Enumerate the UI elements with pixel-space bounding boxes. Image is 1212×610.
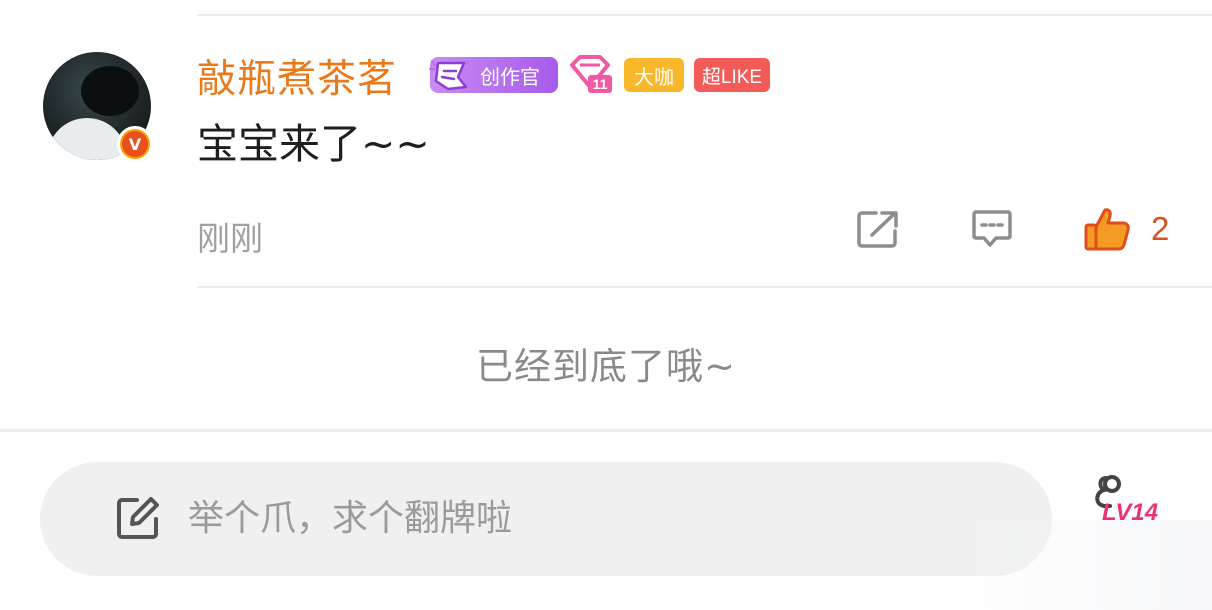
creator-badge[interactable]: 创作官 — [429, 57, 558, 93]
comment-text: 宝宝来了~~ — [197, 120, 430, 168]
comment-bottom-divider — [197, 286, 1212, 288]
gem-level-number: 11 — [593, 76, 608, 92]
end-of-list-text: 已经到底了哦~ — [475, 345, 736, 388]
verified-v-icon: V — [117, 126, 153, 162]
section-divider — [0, 429, 1212, 432]
gem-level-badge[interactable]: 11 — [568, 55, 614, 95]
corner-fade — [930, 520, 1212, 610]
superlike-badge[interactable]: 超LIKE — [694, 58, 770, 92]
comment-item: V 敲瓶煮茶茗 创作官 11 大咖 超LIKE 宝宝来了~~ 刚刚 2 — [0, 0, 1212, 288]
reply-icon — [972, 210, 1012, 247]
gem-level-icon: 11 — [570, 55, 612, 93]
comment-input[interactable] — [188, 490, 1008, 546]
share-icon — [857, 211, 898, 248]
reply-button[interactable] — [970, 206, 1016, 252]
edit-icon — [117, 497, 159, 539]
comment-timestamp: 刚刚 — [197, 219, 263, 258]
comment-input-bar[interactable] — [40, 462, 1052, 576]
daka-badge[interactable]: 大咖 — [624, 58, 684, 92]
thumbs-up-icon — [1084, 208, 1130, 251]
user-badges: 创作官 11 大咖 超LIKE — [429, 55, 770, 95]
creator-badge-icon — [429, 60, 468, 91]
share-button[interactable] — [856, 206, 902, 252]
creator-badge-label: 创作官 — [480, 64, 540, 89]
username[interactable]: 敲瓶煮茶茗 — [197, 48, 397, 104]
like-button[interactable]: 2 — [1083, 206, 1169, 252]
like-count: 2 — [1151, 210, 1170, 247]
